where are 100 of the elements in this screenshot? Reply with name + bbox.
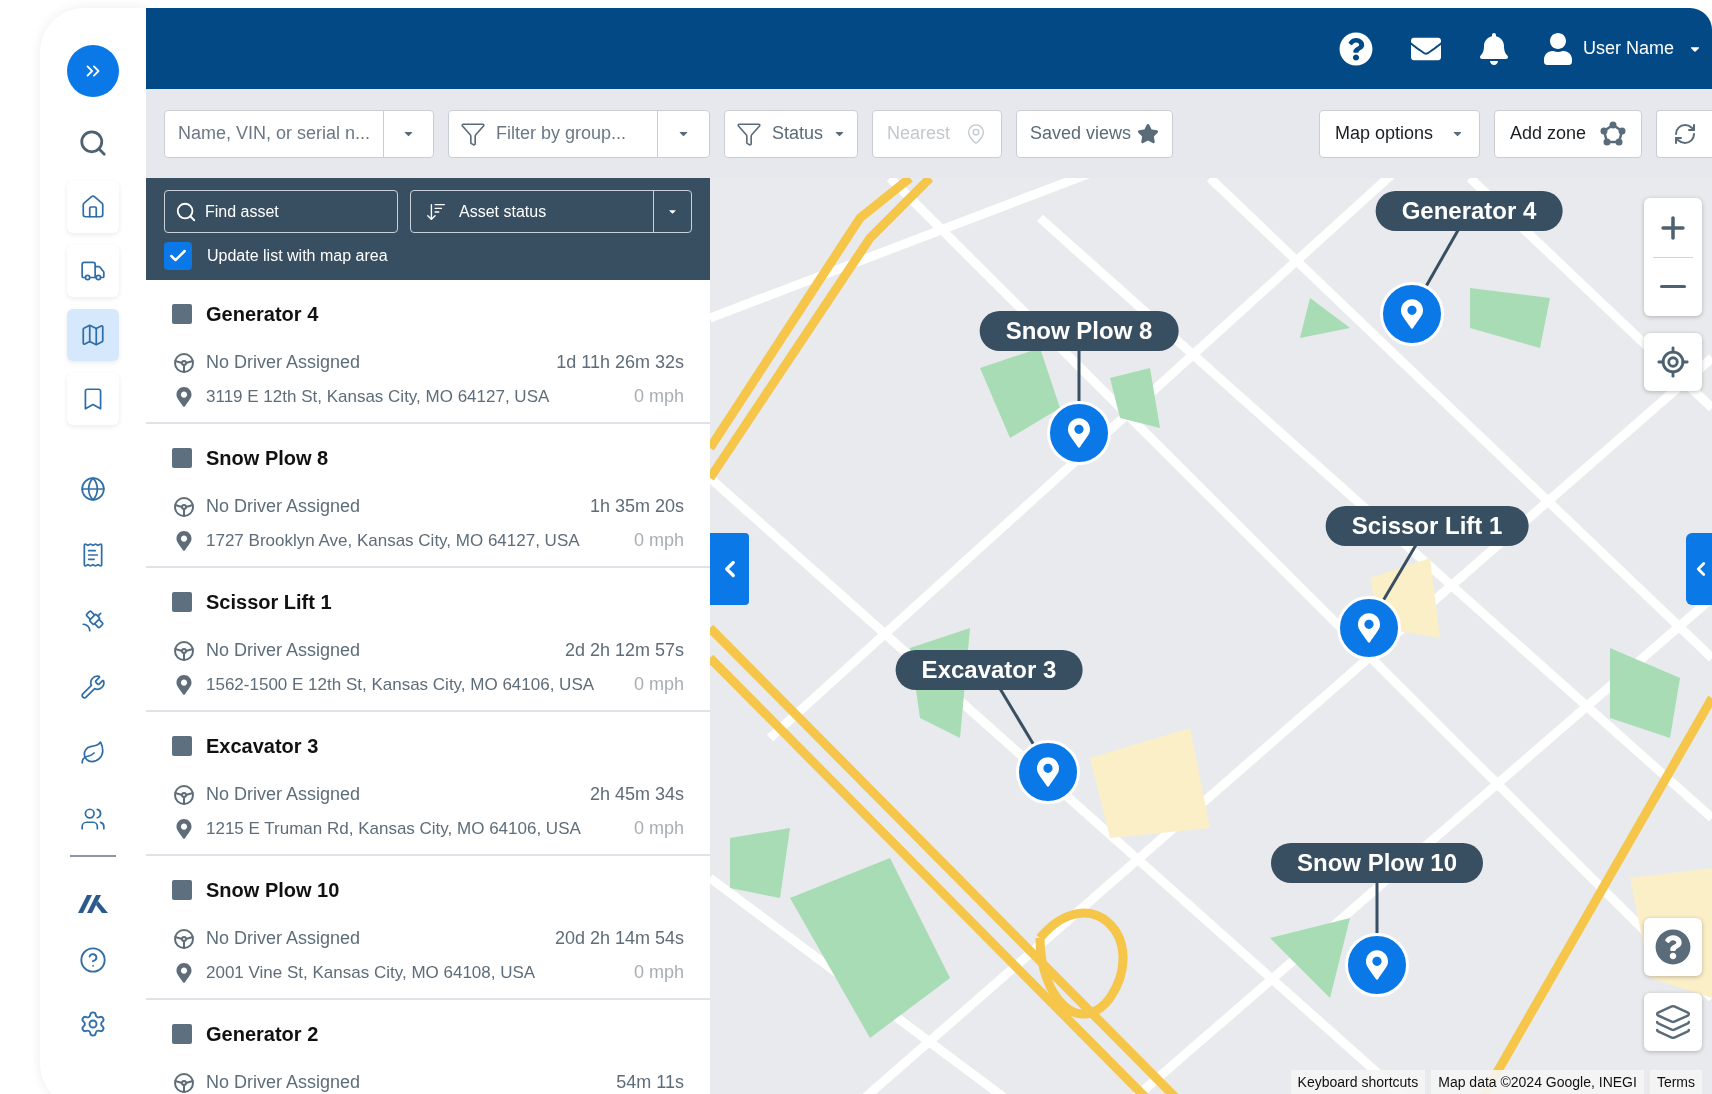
users-icon bbox=[80, 806, 106, 832]
marker-label: Snow Plow 8 bbox=[979, 311, 1179, 351]
settings-icon bbox=[79, 1010, 107, 1038]
search-icon bbox=[175, 200, 197, 223]
leader-line bbox=[1382, 543, 1418, 601]
search-input[interactable]: Name, VIN, or serial n... bbox=[165, 120, 383, 147]
map-options-dropdown[interactable]: Map options bbox=[1319, 109, 1480, 158]
marker-label: Scissor Lift 1 bbox=[1325, 506, 1529, 546]
leader-line bbox=[1424, 228, 1461, 287]
duration-text: 2d 2h 12m 57s bbox=[564, 639, 684, 662]
status-square-icon bbox=[172, 592, 192, 612]
saved-views-button[interactable]: Saved views bbox=[1016, 109, 1173, 158]
globe-icon bbox=[80, 476, 106, 502]
status-dropdown[interactable]: Status bbox=[724, 109, 858, 158]
attribution-link[interactable]: Terms bbox=[1649, 1070, 1702, 1094]
find-asset-input[interactable]: Find asset bbox=[205, 199, 387, 224]
steering-wheel-icon bbox=[172, 638, 196, 663]
user-menu[interactable]: User Name bbox=[1542, 32, 1702, 65]
attribution-link[interactable]: Map data ©2024 Google, INEGI bbox=[1431, 1070, 1644, 1094]
park-area bbox=[1300, 298, 1350, 338]
satellite-icon bbox=[80, 608, 106, 634]
driver-text: No Driver Assigned bbox=[206, 639, 361, 662]
asset-name: Scissor Lift 1 bbox=[206, 590, 332, 615]
pin-icon bbox=[1358, 613, 1380, 643]
wrench-icon bbox=[80, 674, 106, 700]
sidebar-item[interactable] bbox=[67, 245, 119, 297]
marker-label: Snow Plow 10 bbox=[1271, 843, 1483, 883]
address-text: 2001 Vine St, Kansas City, MO 64108, USA bbox=[206, 961, 536, 984]
duration-text: 1h 35m 20s bbox=[589, 495, 684, 518]
find-asset-field[interactable]: Find asset bbox=[164, 190, 398, 233]
status-square-icon bbox=[172, 736, 192, 756]
pin-icon bbox=[175, 386, 193, 407]
add-zone-button[interactable]: Add zone bbox=[1494, 109, 1642, 158]
duration-text: 1d 11h 26m 32s bbox=[556, 351, 684, 374]
steering-wheel-icon bbox=[172, 1070, 196, 1094]
pin-icon bbox=[1401, 299, 1423, 329]
layers-icon bbox=[1654, 1003, 1692, 1041]
group-filter-field[interactable]: Filter by group... bbox=[448, 109, 710, 158]
group-filter-input[interactable]: Filter by group... bbox=[486, 120, 657, 147]
sidebar-item[interactable] bbox=[67, 181, 119, 233]
layers-button[interactable] bbox=[1644, 993, 1702, 1051]
search-field[interactable]: Name, VIN, or serial n... bbox=[164, 109, 434, 158]
speed-text: 0 mph bbox=[633, 673, 684, 696]
asset-name: Generator 4 bbox=[206, 302, 319, 327]
driver-text: No Driver Assigned bbox=[206, 1071, 361, 1094]
bell-icon[interactable] bbox=[1478, 32, 1509, 65]
refresh-icon bbox=[1672, 121, 1697, 146]
sort-dropdown[interactable]: Asset status bbox=[410, 190, 692, 233]
marker-label: Excavator 3 bbox=[895, 650, 1083, 690]
help-icon[interactable] bbox=[1338, 31, 1373, 66]
steering-wheel-icon bbox=[172, 782, 196, 807]
refresh-button[interactable] bbox=[1656, 109, 1712, 158]
pin-icon bbox=[1037, 757, 1059, 787]
steering-wheel-icon bbox=[172, 494, 196, 519]
expand-panel-tab[interactable] bbox=[1686, 533, 1712, 605]
sidebar-item[interactable] bbox=[67, 309, 119, 361]
address-text: 1727 Brooklyn Ave, Kansas City, MO 64127, USA bbox=[206, 529, 580, 552]
locate-icon bbox=[1656, 345, 1690, 379]
truck-icon bbox=[80, 258, 106, 284]
duration-text: 20d 2h 14m 54s bbox=[554, 927, 684, 950]
sidebar-item[interactable] bbox=[67, 373, 119, 425]
expand-button[interactable] bbox=[67, 45, 119, 97]
steering-wheel-icon bbox=[172, 926, 196, 951]
address-text: 1215 E Truman Rd, Kansas City, MO 64106, USA bbox=[206, 817, 581, 840]
home-icon bbox=[80, 194, 106, 220]
address-text: 3119 E 12th St, Kansas City, MO 64127, USA bbox=[206, 385, 550, 408]
status-square-icon bbox=[172, 1024, 192, 1044]
help-icon bbox=[79, 946, 107, 974]
pin-icon bbox=[175, 818, 193, 839]
map-help-button[interactable] bbox=[1644, 918, 1702, 976]
pin-icon bbox=[1366, 950, 1388, 980]
marker-label: Generator 4 bbox=[1375, 191, 1563, 231]
status-square-icon bbox=[172, 448, 192, 468]
collapse-list-tab[interactable] bbox=[710, 533, 749, 605]
minus-icon bbox=[1660, 285, 1686, 288]
locate-button[interactable] bbox=[1644, 333, 1702, 391]
checkbox[interactable] bbox=[164, 242, 192, 270]
asset-name: Snow Plow 8 bbox=[206, 446, 329, 471]
status-square-icon bbox=[172, 880, 192, 900]
pin-icon bbox=[175, 674, 193, 695]
speed-text: 0 mph bbox=[633, 385, 684, 408]
speed-text: 0 mph bbox=[633, 961, 684, 984]
driver-text: No Driver Assigned bbox=[206, 783, 361, 806]
asset-name: Snow Plow 10 bbox=[206, 878, 340, 903]
help-icon bbox=[1655, 929, 1691, 965]
zone-icon bbox=[1600, 120, 1626, 147]
leader-line bbox=[998, 687, 1035, 745]
duration-text: 2h 45m 34s bbox=[589, 783, 684, 806]
speed-text: 0 mph bbox=[633, 529, 684, 552]
attribution-link[interactable]: Keyboard shortcuts bbox=[1290, 1070, 1426, 1094]
checkbox-label: Update list with map area bbox=[207, 246, 388, 266]
filter-icon bbox=[736, 120, 762, 147]
leaf-icon bbox=[80, 740, 106, 766]
speed-text: 0 mph bbox=[633, 817, 684, 840]
address-text: 1562-1500 E 12th St, Kansas City, MO 64106, USA bbox=[206, 673, 595, 696]
asset-name: Generator 2 bbox=[206, 1022, 319, 1047]
duration-text: 54m 11s bbox=[616, 1071, 684, 1094]
search-icon bbox=[78, 128, 108, 158]
steering-wheel-icon bbox=[172, 350, 196, 375]
map-icon bbox=[80, 322, 106, 348]
